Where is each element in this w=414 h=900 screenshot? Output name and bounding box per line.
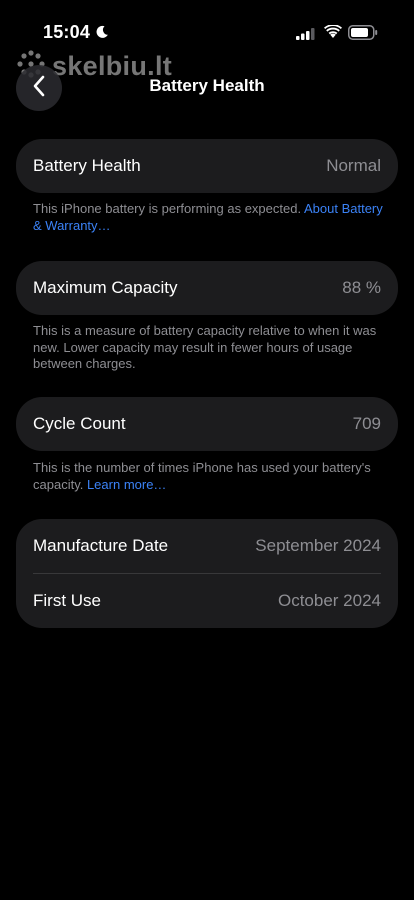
first-use-row: First Use October 2024 [16,574,398,628]
manufacture-date-label: Manufacture Date [33,536,169,555]
cycle-count-label: Cycle Count [33,414,126,433]
cycle-count-row: Cycle Count 709 [16,397,398,451]
cellular-signal-icon [296,27,316,45]
cycle-count-footnote-text: This is the number of times iPhone has u… [33,460,371,492]
maximum-capacity-label: Maximum Capacity [33,278,178,297]
status-time: 15:04 [43,22,91,42]
cycle-count-value: 709 [352,414,381,433]
battery-icon [348,25,378,45]
cycle-count-footnote: This is the number of times iPhone has u… [33,460,383,493]
battery-health-footnote-text: This iPhone battery is performing as exp… [33,201,304,216]
first-use-label: First Use [33,591,101,610]
battery-health-card: Battery Health Normal [16,139,398,193]
manufacture-date-value: September 2024 [255,536,381,555]
maximum-capacity-card: Maximum Capacity 88 % [16,261,398,315]
dates-card: Manufacture Date September 2024 First Us… [16,519,398,628]
first-use-value: October 2024 [277,591,381,610]
cycle-count-card: Cycle Count 709 [16,397,398,451]
moon-icon [95,25,109,44]
battery-health-value: Normal [326,156,381,175]
manufacture-date-row: Manufacture Date September 2024 [16,519,398,573]
maximum-capacity-value: 88 % [342,278,381,297]
maximum-capacity-row: Maximum Capacity 88 % [16,261,398,315]
maximum-capacity-footnote: This is a measure of battery capacity re… [33,323,377,371]
battery-health-footnote: This iPhone battery is performing as exp… [33,201,383,234]
battery-health-label: Battery Health [33,156,141,175]
battery-health-row: Battery Health Normal [16,139,398,193]
learn-more-link[interactable]: Learn more… [87,477,166,492]
wifi-icon [324,24,342,44]
page-title: Battery Health [149,76,265,95]
